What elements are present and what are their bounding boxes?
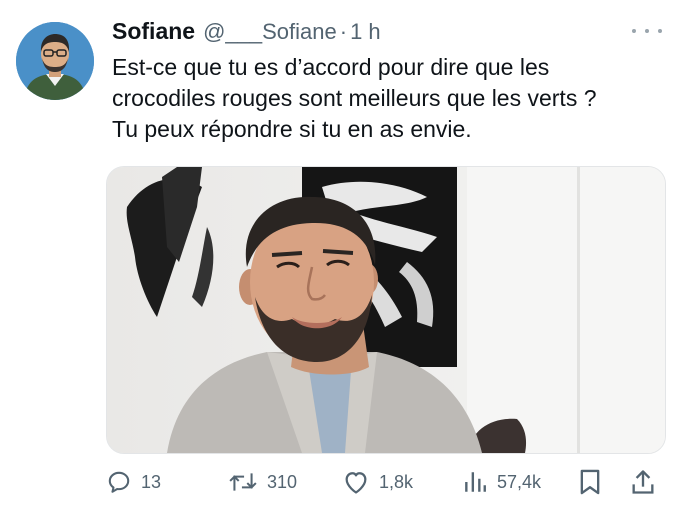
timestamp[interactable]: 1 h <box>350 19 381 45</box>
retweet-count: 310 <box>267 471 298 492</box>
views-button[interactable]: 57,4k <box>462 460 541 504</box>
author-name[interactable]: Sofiane <box>112 18 195 45</box>
tweet-card: Sofiane @___Sofiane · 1 h Est-ce que tu … <box>0 0 680 519</box>
tweet-text: Est-ce que tu es d’accord pour dire que … <box>112 52 667 145</box>
views-count: 57,4k <box>497 471 542 492</box>
reply-button[interactable]: 13 <box>106 460 161 504</box>
share-icon <box>632 470 654 494</box>
more-horizontal-icon[interactable] <box>632 24 662 38</box>
retweet-icon <box>229 473 257 491</box>
avatar[interactable] <box>16 22 94 100</box>
heart-icon <box>345 472 367 494</box>
bar-chart-icon <box>465 472 486 492</box>
tweet-media-photo[interactable] <box>106 166 666 454</box>
retweet-button[interactable]: 310 <box>228 460 297 504</box>
bookmark-icon <box>580 469 600 495</box>
bookmark-button[interactable] <box>578 460 602 504</box>
avatar-illustration <box>16 22 94 100</box>
share-button[interactable] <box>630 460 656 504</box>
author-handle[interactable]: @___Sofiane <box>203 19 337 45</box>
reply-bubble-icon <box>108 471 130 493</box>
tweet-header: Sofiane @___Sofiane · 1 h <box>112 18 660 50</box>
photo-illustration <box>107 167 665 453</box>
tweet-text-line: crocodiles rouges sont meilleurs que les… <box>112 85 597 111</box>
tweet-text-line: Tu peux répondre si tu en as envie. <box>112 116 472 142</box>
like-button[interactable]: 1,8k <box>342 460 413 504</box>
separator-dot: · <box>339 19 348 44</box>
tweet-text-line: Est-ce que tu es d’accord pour dire que … <box>112 54 550 80</box>
like-count: 1,8k <box>379 471 414 492</box>
reply-count: 13 <box>141 471 162 492</box>
action-bar: 13 310 1,8k 57,4k <box>0 460 680 504</box>
